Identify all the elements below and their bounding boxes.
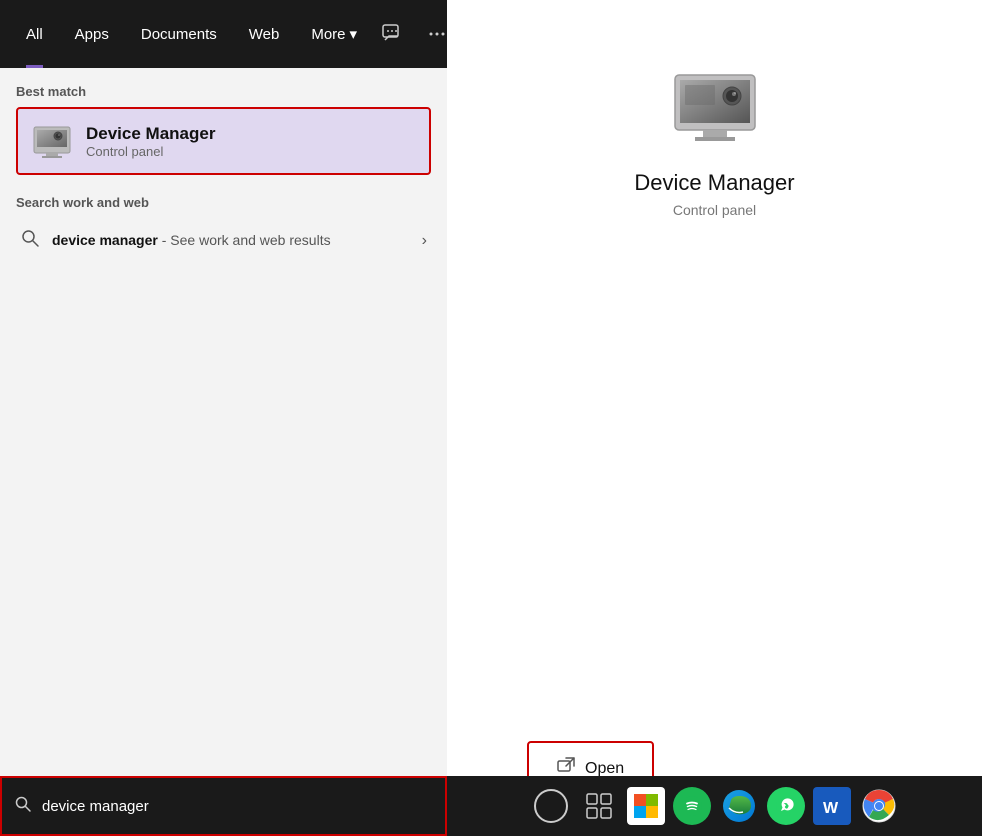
cortana-icon[interactable] xyxy=(531,786,571,826)
task-view-icon[interactable] xyxy=(579,786,619,826)
detail-panel: Device Manager Control panel Open xyxy=(447,0,982,836)
svg-text:W: W xyxy=(823,800,839,817)
device-manager-icon xyxy=(32,121,72,161)
web-search-item[interactable]: device manager - See work and web result… xyxy=(16,218,431,263)
web-search-text: device manager - See work and web result… xyxy=(52,232,410,250)
detail-device-manager-icon xyxy=(670,60,760,150)
searchbar-icon xyxy=(14,795,32,818)
detail-subtitle: Control panel xyxy=(673,202,756,218)
best-match-item[interactable]: Device Manager Control panel xyxy=(16,107,431,175)
search-query-bold: device manager xyxy=(52,232,158,248)
open-label: Open xyxy=(585,760,624,778)
taskbar: W xyxy=(447,776,982,836)
search-query-suffix: - See work and web results xyxy=(158,232,331,248)
nav-right-icons xyxy=(373,15,455,53)
search-results: Best match xyxy=(0,68,447,836)
best-match-text: Device Manager Control panel xyxy=(86,124,215,159)
tab-all[interactable]: All xyxy=(10,0,59,68)
feedback-icon[interactable] xyxy=(373,15,411,53)
tab-web[interactable]: Web xyxy=(233,0,296,68)
best-match-label: Best match xyxy=(16,84,431,99)
store-icon[interactable] xyxy=(627,787,665,825)
detail-content: Device Manager Control panel xyxy=(447,0,982,741)
nav-tabs: All Apps Documents Web More ▾ xyxy=(0,0,447,68)
whatsapp-icon[interactable] xyxy=(767,787,805,825)
best-match-title: Device Manager xyxy=(86,124,215,144)
tab-more[interactable]: More ▾ xyxy=(295,0,373,68)
chevron-down-icon: ▾ xyxy=(350,25,358,43)
tab-documents[interactable]: Documents xyxy=(125,0,233,68)
chrome-icon[interactable] xyxy=(859,786,899,826)
search-icon xyxy=(20,228,40,253)
best-match-subtitle: Control panel xyxy=(86,144,215,159)
word-icon[interactable]: W xyxy=(813,787,851,825)
web-search-label: Search work and web xyxy=(16,195,431,210)
detail-title: Device Manager xyxy=(634,170,794,196)
search-box[interactable] xyxy=(0,776,447,836)
chevron-right-icon: › xyxy=(422,232,427,250)
tab-apps[interactable]: Apps xyxy=(59,0,125,68)
spotify-icon[interactable] xyxy=(673,787,711,825)
edge-icon[interactable] xyxy=(719,786,759,826)
search-input[interactable] xyxy=(42,798,433,815)
